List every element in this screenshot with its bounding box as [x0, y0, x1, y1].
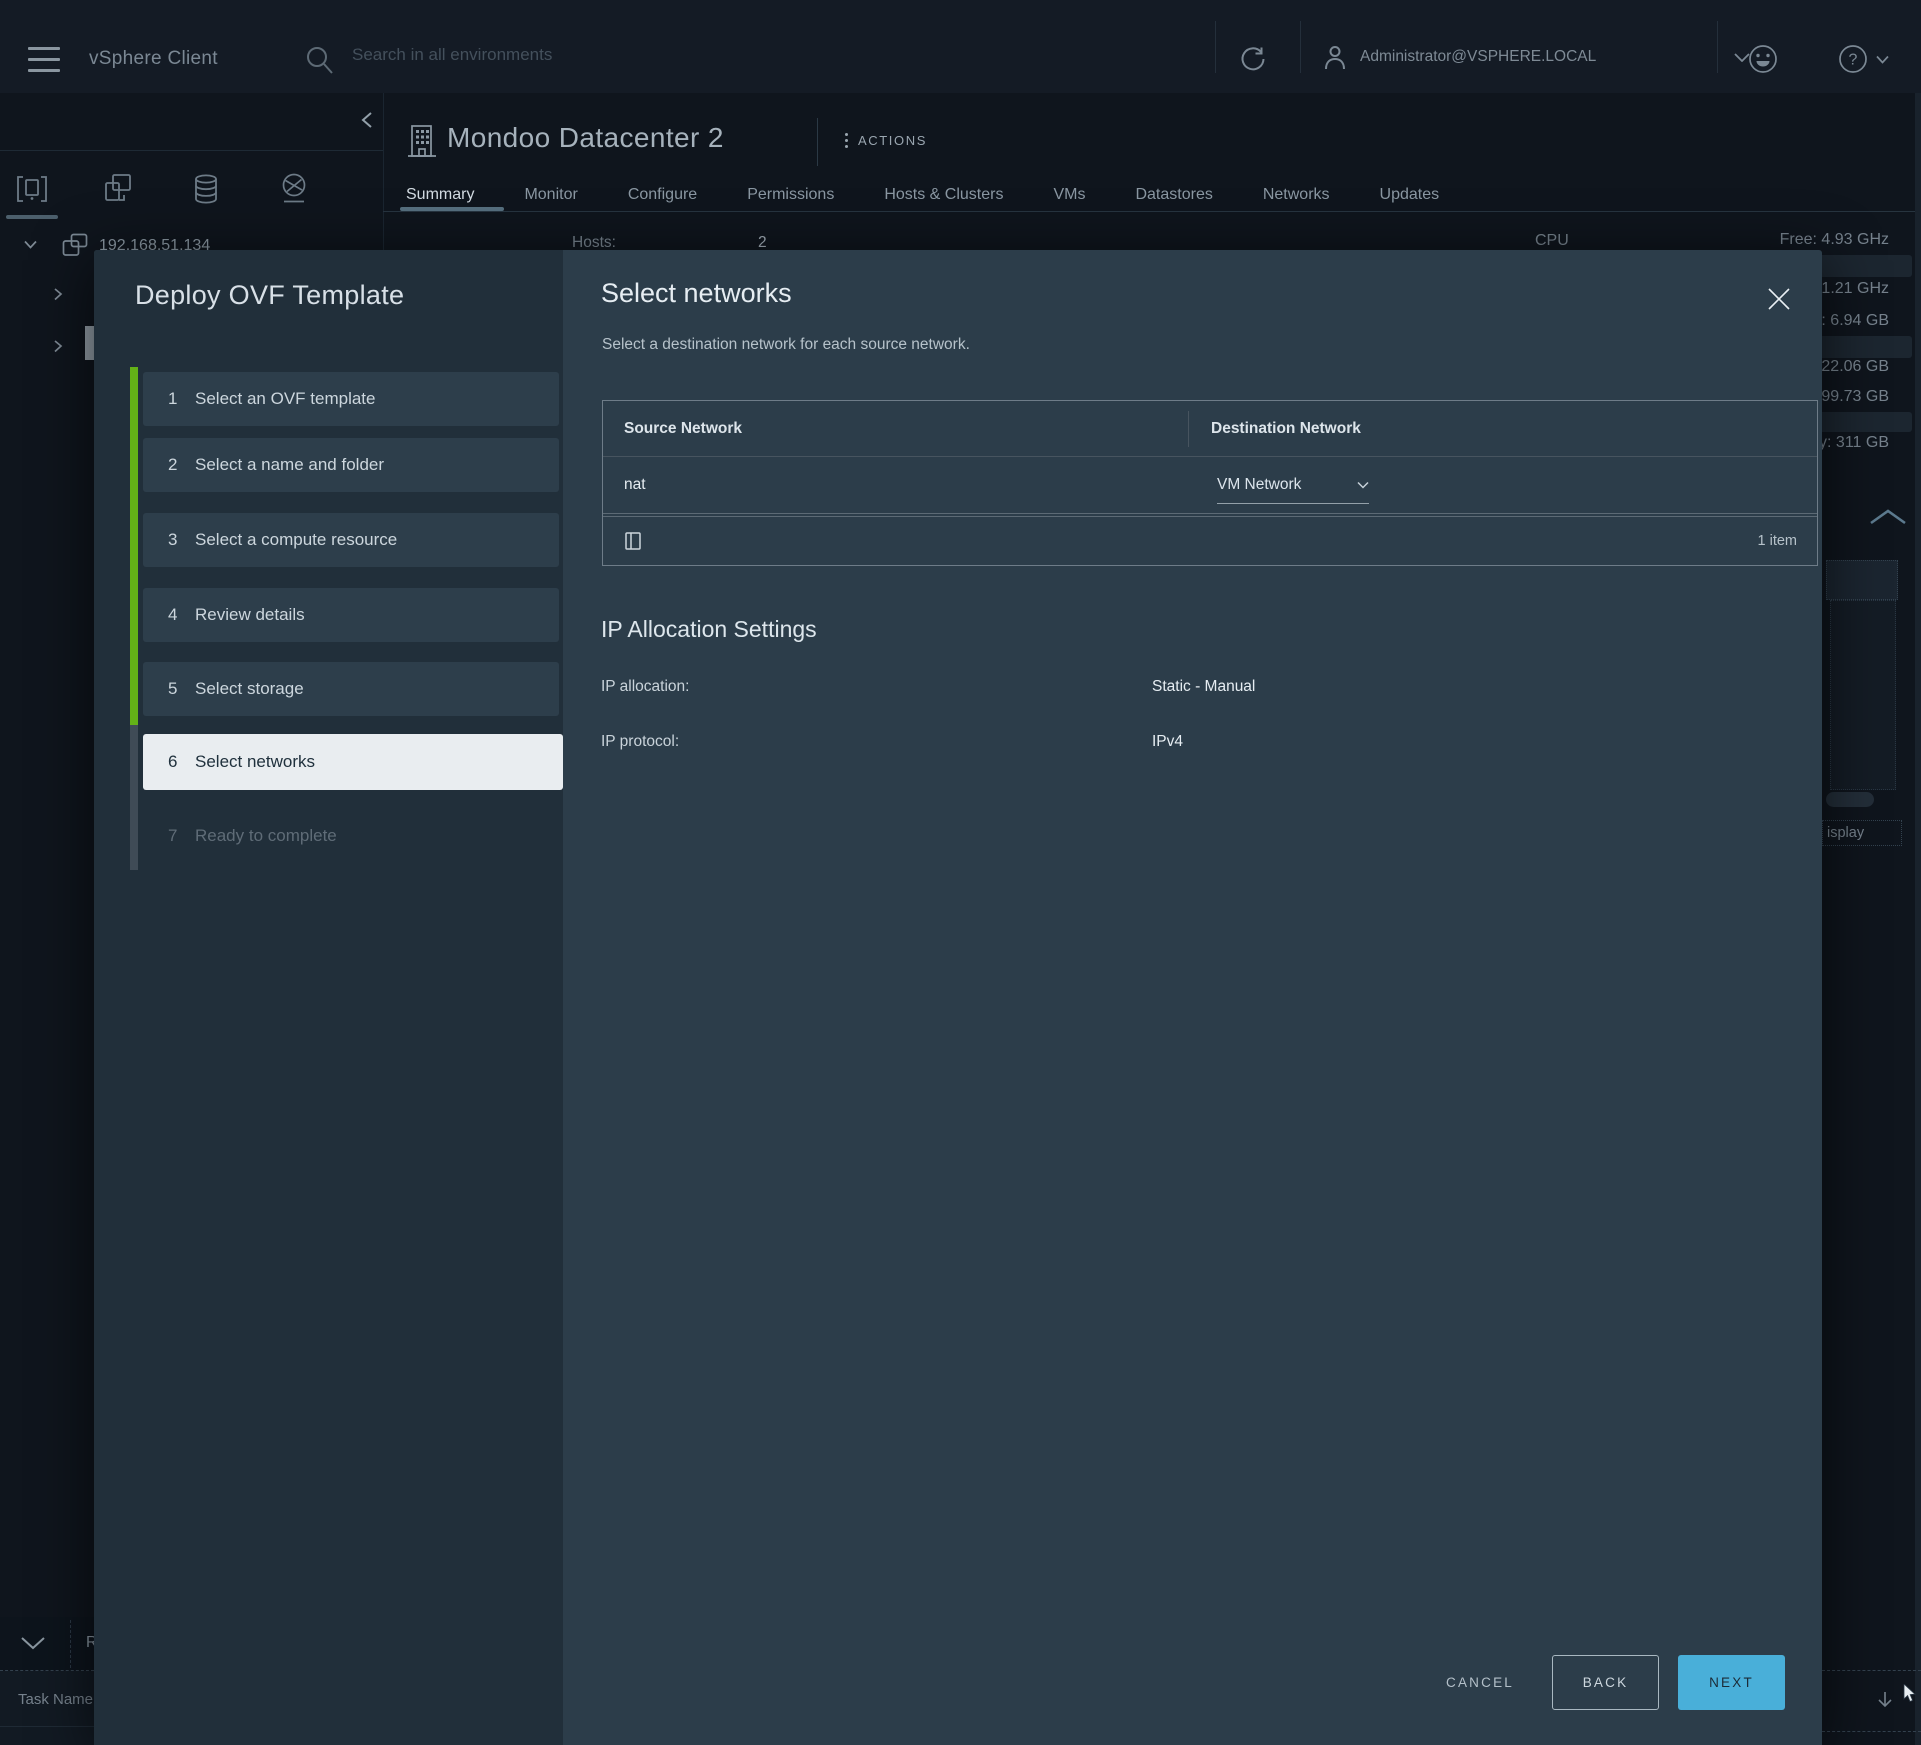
help-menu[interactable]: ?	[1838, 44, 1889, 74]
column-selector-icon[interactable]	[625, 532, 641, 550]
cancel-button[interactable]: CANCEL	[1425, 1655, 1535, 1710]
svg-text:?: ?	[1849, 52, 1858, 69]
tasks-panel: Task Name	[0, 1671, 94, 1745]
wizard-step-6-active[interactable]: 6 Select networks	[143, 734, 563, 790]
hamburger-menu-icon[interactable]	[28, 47, 60, 72]
tasks-collapse-chevron-icon[interactable]	[20, 1636, 46, 1650]
actions-label: ACTIONS	[858, 133, 927, 148]
selected-tree-row-edge	[85, 326, 94, 360]
cpu-free-value: Free: 4.93 GHz	[1700, 231, 1905, 249]
background-widget-bar	[1826, 792, 1874, 807]
tasks-bar-divider	[70, 1620, 71, 1668]
ip-protocol-value: IPv4	[1152, 733, 1183, 751]
tab-permissions[interactable]: Permissions	[747, 186, 834, 204]
tree-collapse-icon[interactable]	[24, 240, 37, 249]
tab-updates[interactable]: Updates	[1380, 186, 1440, 204]
recent-tasks-title: Recent Tasks	[86, 1634, 94, 1656]
cpu-label: CPU	[1535, 232, 1569, 250]
help-icon: ?	[1838, 44, 1868, 74]
scrollbar[interactable]	[1915, 93, 1921, 1745]
search-input[interactable]	[352, 45, 652, 65]
wizard-step-1[interactable]: 1 Select an OVF template	[143, 372, 559, 426]
destination-network-column-header: Destination Network	[1188, 420, 1817, 438]
tab-networks[interactable]: Networks	[1263, 186, 1330, 204]
storage-icon[interactable]	[188, 171, 224, 207]
collapse-sidebar-icon[interactable]	[360, 111, 374, 129]
chevron-down-icon	[1876, 55, 1889, 64]
wizard-progress-remaining	[130, 725, 138, 870]
network-mapping-table: Source Network Destination Network nat V…	[602, 400, 1818, 566]
tab-vms[interactable]: VMs	[1053, 186, 1085, 204]
source-network-column-header: Source Network	[603, 420, 1188, 438]
tabs-bottom-border	[383, 211, 1921, 212]
top-bar: vSphere Client Administrator@VSPHERE.LOC…	[0, 0, 1921, 93]
wizard-progress-done	[130, 367, 138, 725]
table-row: nat VM Network	[603, 457, 1817, 513]
page-title: Mondoo Datacenter 2	[447, 122, 724, 154]
tab-configure[interactable]: Configure	[628, 186, 697, 204]
tasks-bar: Recent Tasks	[0, 1617, 94, 1670]
wizard-title: Deploy OVF Template	[135, 280, 404, 311]
kebab-icon	[845, 133, 848, 148]
topbar-divider	[1717, 21, 1718, 73]
networking-icon[interactable]	[276, 171, 312, 207]
tab-datastores[interactable]: Datastores	[1135, 186, 1212, 204]
wizard-step-5[interactable]: 5 Select storage	[143, 662, 559, 716]
mouse-cursor	[1903, 1684, 1917, 1703]
sidebar-top-divider	[0, 150, 383, 151]
header-divider	[817, 118, 818, 166]
table-header-row: Source Network Destination Network	[603, 401, 1817, 457]
search-icon	[304, 44, 336, 76]
wizard-step-7[interactable]: 7 Ready to complete	[143, 816, 559, 856]
back-button[interactable]: BACK	[1552, 1655, 1659, 1710]
next-button[interactable]: NEXT	[1678, 1655, 1785, 1710]
table-footer: 1 item	[603, 517, 1817, 565]
ip-protocol-label: IP protocol:	[601, 733, 679, 751]
tab-hosts-clusters[interactable]: Hosts & Clusters	[884, 186, 1003, 204]
wizard-page-subtitle: Select a destination network for each so…	[602, 336, 970, 354]
background-widget-header	[1826, 560, 1898, 600]
feedback-smiley-icon[interactable]	[1748, 44, 1778, 74]
background-widget-label: isplay	[1822, 820, 1902, 846]
background-widget-body	[1830, 600, 1896, 790]
vcenter-icon	[62, 233, 89, 258]
datacenter-icon	[406, 124, 438, 160]
sort-down-arrow-icon[interactable]	[1876, 1690, 1894, 1710]
destination-network-dropdown[interactable]: VM Network	[1217, 476, 1369, 504]
item-count: 1 item	[1758, 533, 1798, 549]
wizard-step-3[interactable]: 3 Select a compute resource	[143, 513, 559, 567]
ip-allocation-settings-title: IP Allocation Settings	[601, 616, 817, 643]
user-icon	[1320, 42, 1350, 72]
deploy-ovf-template-dialog: Deploy OVF Template 1 Select an OVF temp…	[94, 250, 1822, 1745]
column-divider	[1188, 411, 1189, 447]
tab-monitor[interactable]: Monitor	[524, 186, 577, 204]
user-menu[interactable]: Administrator@VSPHERE.LOCAL	[1320, 42, 1750, 72]
actions-button[interactable]: ACTIONS	[845, 133, 927, 148]
tree-expand-icon[interactable]	[53, 287, 63, 301]
topbar-divider	[1300, 21, 1301, 73]
refresh-icon[interactable]	[1238, 45, 1268, 75]
ip-allocation-label: IP allocation:	[601, 678, 689, 696]
collapse-panel-chevron-up-icon[interactable]	[1868, 508, 1908, 526]
app-title: vSphere Client	[89, 48, 218, 70]
wizard-step-2[interactable]: 2 Select a name and folder	[143, 438, 559, 492]
hosts-and-clusters-icon[interactable]	[14, 171, 50, 207]
tab-summary[interactable]: Summary	[406, 186, 474, 204]
close-icon[interactable]	[1766, 286, 1792, 312]
task-name-column-header[interactable]: Task Name	[18, 1691, 94, 1708]
user-name: Administrator@VSPHERE.LOCAL	[1360, 48, 1596, 66]
wizard-step-4[interactable]: 4 Review details	[143, 588, 559, 642]
tasks-panel-border	[1822, 1731, 1921, 1732]
tasks-panel-border	[1822, 1670, 1921, 1671]
object-tabs: Summary Monitor Configure Permissions Ho…	[406, 186, 1439, 204]
topbar-divider	[1215, 21, 1216, 73]
ip-allocation-value: Static - Manual	[1152, 678, 1255, 696]
tree-expand-icon[interactable]	[53, 339, 63, 353]
chevron-down-icon	[1357, 481, 1369, 489]
wizard-page-title: Select networks	[601, 278, 792, 309]
vsphere-client-window: vSphere Client Administrator@VSPHERE.LOC…	[0, 0, 1921, 1745]
active-nav-underline	[6, 215, 58, 219]
source-network-cell: nat	[603, 476, 1188, 494]
vms-and-templates-icon[interactable]	[100, 171, 136, 207]
